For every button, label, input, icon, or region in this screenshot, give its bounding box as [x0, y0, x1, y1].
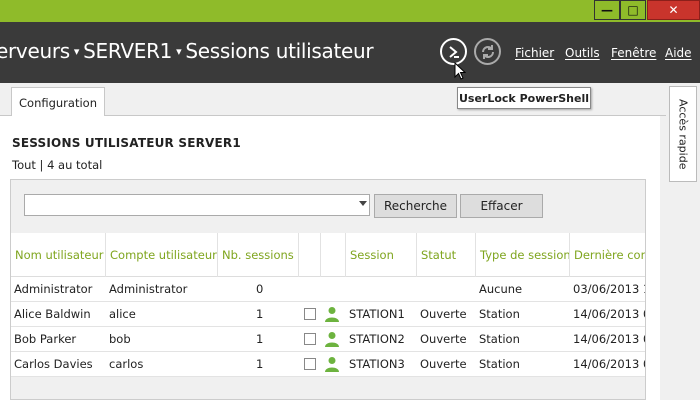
tooltip: UserLock PowerShell: [457, 87, 591, 109]
grid-panel: Recherche Effacer Nom utilisateur Compte…: [10, 179, 646, 400]
cell-account: bob: [109, 332, 131, 346]
cell-type: Station: [479, 332, 520, 346]
cell-name: Carlos Davies: [14, 357, 93, 371]
cell-session: STATION2: [349, 332, 405, 346]
cell-status: Ouverte: [420, 357, 467, 371]
column-header-status[interactable]: Statut: [417, 233, 476, 277]
cell-sessions: 1: [256, 332, 264, 346]
column-header-last-login[interactable]: Dernière connexion: [570, 233, 645, 277]
quick-access-label: Accès rapide: [676, 98, 690, 170]
quick-access-tab[interactable]: Accès rapide: [669, 86, 697, 182]
cell-last-login: 14/06/2013 09: [573, 357, 645, 371]
column-header-type[interactable]: Type de session: [476, 233, 570, 277]
breadcrumb-item-servers[interactable]: erveurs: [0, 39, 70, 63]
title-bar: erveurs ▾ SERVER1 ▾ Sessions utilisateur Fic…: [0, 22, 700, 83]
column-header-name[interactable]: Nom utilisateur: [11, 233, 106, 277]
chevron-down-icon[interactable]: [359, 201, 367, 206]
breadcrumb-item-sessions: Sessions utilisateur: [185, 39, 374, 63]
breadcrumb-separator-icon[interactable]: ▾: [176, 45, 182, 58]
maximize-button[interactable]: □: [620, 0, 646, 20]
menu-fichier[interactable]: Fichier: [515, 46, 554, 60]
search-button[interactable]: Recherche: [374, 194, 457, 218]
cell-account: carlos: [109, 357, 144, 371]
side-rail: Accès rapide: [666, 83, 700, 400]
cell-session: STATION1: [349, 307, 405, 321]
column-header-session[interactable]: Session: [346, 233, 417, 277]
table-row[interactable]: Bob Parker bob 1 STATION2 Ouverte Station 14/0…: [11, 327, 645, 352]
row-checkbox[interactable]: [304, 333, 316, 345]
search-input[interactable]: [24, 194, 370, 216]
cell-sessions: 1: [256, 357, 264, 371]
menu-fenetre[interactable]: Fenêtre: [611, 46, 656, 60]
clear-button[interactable]: Effacer: [460, 194, 543, 218]
column-header-checkbox[interactable]: [299, 233, 321, 277]
cell-status: Ouverte: [420, 307, 467, 321]
cell-sessions: 1: [256, 307, 264, 321]
table-header: Nom utilisateur Compte utilisateur Nb. s…: [11, 233, 645, 277]
table-row[interactable]: Administrator Administrator 0 Aucune 03/06/2…: [11, 277, 645, 302]
breadcrumb-item-server[interactable]: SERVER1: [83, 39, 172, 63]
cell-last-login: 14/06/2013 09: [573, 332, 645, 346]
column-header-account[interactable]: Compte utilisateur: [106, 233, 218, 277]
minimize-button[interactable]: —: [594, 0, 620, 20]
cell-type: Aucune: [479, 282, 523, 296]
cell-type: Station: [479, 307, 520, 321]
cell-last-login: 14/06/2013 09: [573, 307, 645, 321]
column-header-icon[interactable]: [321, 233, 346, 277]
cell-last-login: 03/06/2013 11: [573, 282, 645, 296]
cell-type: Station: [479, 357, 520, 371]
table-row[interactable]: Alice Baldwin alice 1 STATION1 Ouverte Statio…: [11, 302, 645, 327]
cell-name: Bob Parker: [14, 332, 77, 346]
breadcrumb-separator-icon[interactable]: ▾: [74, 45, 80, 58]
cell-name: Administrator: [14, 282, 93, 296]
user-icon: [324, 306, 340, 325]
cell-name: Alice Baldwin: [14, 307, 91, 321]
summary-count: Tout | 4 au total: [12, 158, 103, 172]
menu-aide[interactable]: Aide: [665, 46, 692, 60]
mouse-cursor-icon: [454, 61, 467, 83]
user-icon: [324, 356, 340, 375]
cell-status: [417, 277, 476, 301]
tab-configuration[interactable]: Configuration: [11, 87, 105, 117]
refresh-icon[interactable]: [474, 38, 501, 65]
cell-session: STATION3: [349, 357, 405, 371]
cell-session: [346, 277, 417, 301]
row-checkbox[interactable]: [304, 308, 316, 320]
cell-account: Administrator: [109, 282, 188, 296]
column-header-sessions[interactable]: Nb. sessions: [218, 233, 299, 277]
cell-account: alice: [109, 307, 136, 321]
menu-outils[interactable]: Outils: [565, 46, 600, 60]
breadcrumb: erveurs ▾ SERVER1 ▾ Sessions utilisateur: [0, 39, 374, 63]
table-row[interactable]: Carlos Davies carlos 1 STATION3 Ouverte Stati…: [11, 352, 645, 377]
page-title: SESSIONS UTILISATEUR SERVER1: [12, 136, 241, 150]
row-checkbox[interactable]: [304, 358, 316, 370]
close-button[interactable]: ✕: [647, 0, 700, 20]
user-icon: [324, 331, 340, 350]
cell-status: Ouverte: [420, 332, 467, 346]
powershell-icon[interactable]: [440, 38, 467, 65]
main-content: SESSIONS UTILISATEUR SERVER1 Tout | 4 au…: [0, 116, 660, 400]
cell-sessions: 0: [256, 282, 264, 296]
